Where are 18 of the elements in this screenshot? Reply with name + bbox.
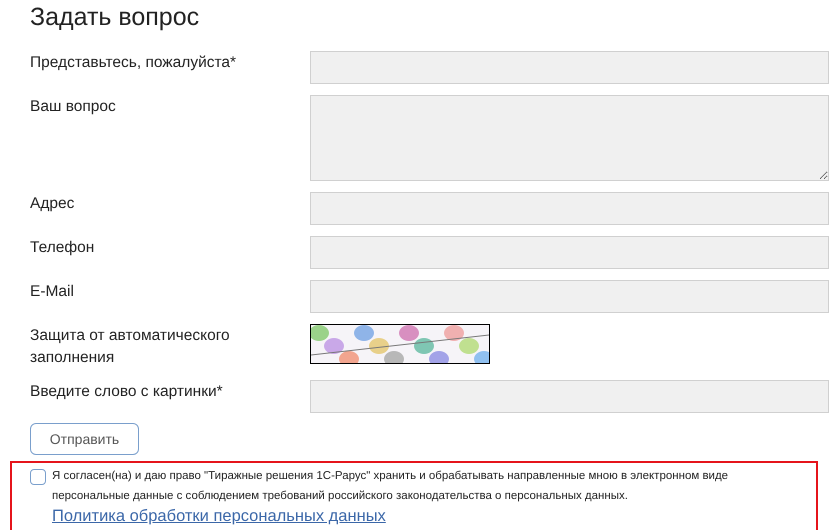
field-label: Адрес xyxy=(30,194,76,214)
input-field[interactable] xyxy=(310,236,829,269)
checkbox[interactable] xyxy=(30,469,46,485)
input-field[interactable] xyxy=(310,51,829,84)
field-label: Защита от автоматического заполнения xyxy=(30,326,231,368)
text-area[interactable] xyxy=(310,95,829,181)
page-title: Задать вопрос xyxy=(30,2,200,33)
field-label: E-Mail xyxy=(30,282,75,302)
input-field[interactable] xyxy=(310,380,829,413)
submit-button[interactable]: Отправить xyxy=(30,423,139,455)
input-field[interactable] xyxy=(310,280,829,313)
field-label: Телефон xyxy=(30,238,96,258)
policy-link[interactable]: Политика обработки персональных данных xyxy=(52,507,386,525)
field-label: Введите слово с картинки* xyxy=(30,382,224,402)
field-label: Ваш вопрос xyxy=(30,97,117,117)
field-label: Представьтесь, пожалуйста* xyxy=(30,53,238,73)
input-field[interactable] xyxy=(310,192,829,225)
consent-text: Я согласен(на) и даю право "Тиражные решения 1С-Рарус" хранить и обрабатывать направленные мною в электронном виде персональные данные с соблюдением требований российского законодательства о персональных данных. Политика обработки персональных данных xyxy=(52,469,730,527)
